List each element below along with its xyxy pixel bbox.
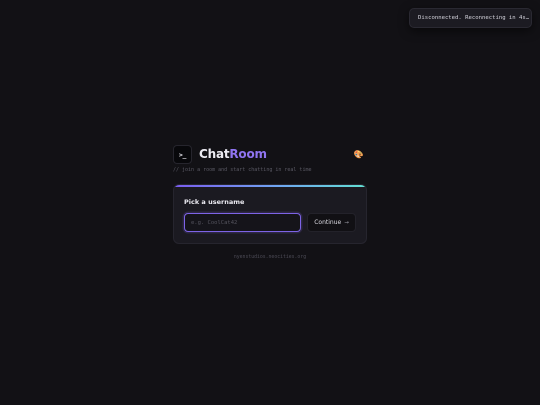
username-card: Pick a username Continue → — [173, 184, 367, 244]
theme-palette-button[interactable]: 🎨 — [350, 146, 367, 163]
continue-button[interactable]: Continue → — [307, 213, 356, 232]
connection-status-toast: Disconnected. Reconnecting in 4s… — [409, 8, 532, 28]
continue-label: Continue — [314, 219, 342, 226]
username-input[interactable] — [184, 213, 301, 232]
palette-icon: 🎨 — [353, 150, 364, 159]
app-subtitle: // join a room and start chatting in rea… — [173, 167, 312, 173]
app-title: ChatRoom — [199, 147, 267, 161]
card-accent-bar — [174, 185, 366, 187]
arrow-right-icon: → — [344, 219, 349, 226]
app-title-chat: Chat — [199, 147, 230, 161]
username-label: Pick a username — [184, 198, 245, 206]
terminal-logo-icon: >_ — [173, 145, 192, 164]
footer-link[interactable]: nyenstudios.neocities.org — [0, 255, 540, 260]
app-header: >_ ChatRoom 🎨 — [173, 144, 367, 164]
app-title-room: Room — [229, 147, 267, 161]
toast-message: Disconnected. Reconnecting in 4s… — [418, 15, 530, 21]
